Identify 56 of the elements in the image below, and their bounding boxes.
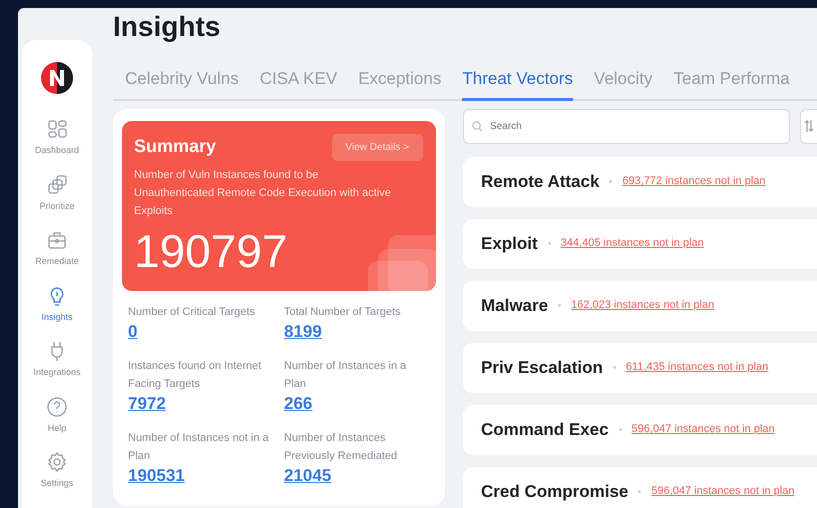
stat-value-link[interactable]: 21045	[284, 466, 332, 486]
instances-link[interactable]: 596,047 instances not in plan	[651, 483, 794, 500]
sidebar-item[interactable]: Dashboard	[34, 118, 80, 158]
help-icon	[46, 396, 68, 418]
summary-title: Summary	[134, 134, 216, 158]
threat-vector-card[interactable]: Priv Escalation 611,435 instances not in plan	[463, 342, 817, 392]
instances-link[interactable]: 162,023 instances not in plan	[571, 297, 714, 314]
threat-vector-card[interactable]: Malware 162,023 instances not in plan	[463, 280, 817, 330]
stat-label: Total Number of Targets	[284, 304, 402, 320]
stat-label: Instances found on Internet Facing Targets	[128, 358, 262, 392]
tab[interactable]: CISA KEV	[260, 66, 338, 100]
stat-value-link[interactable]: 0	[128, 322, 138, 342]
threat-vector-card[interactable]: Remote Attack 693,772 instances not in plan	[463, 156, 817, 206]
tab[interactable]: Threat Vectors	[462, 66, 573, 100]
page-title: Insights	[113, 10, 222, 41]
sidebar-item[interactable]: Settings	[40, 451, 74, 490]
grid-icon	[46, 118, 68, 140]
instances-link[interactable]: 693,772 instances not in plan	[622, 173, 766, 190]
tab[interactable]: Velocity	[594, 66, 653, 100]
threat-vector-card[interactable]: Cred Compromise 596,047 instances not in plan	[463, 466, 817, 508]
vector-name: Remote Attack	[481, 170, 600, 193]
instances-link[interactable]: 596,047 instances not in plan	[632, 421, 775, 438]
vector-name: Command Exec	[481, 418, 609, 441]
threat-vector-card[interactable]: Command Exec 596,047 instances not in plan	[463, 404, 817, 454]
sidebar-item[interactable]: Help	[46, 396, 68, 435]
sidebar-item[interactable]: Integrations	[33, 340, 81, 380]
search-icon	[472, 120, 483, 132]
sidebar-item[interactable]: Remediate	[35, 229, 79, 268]
stat-label: Number of Critical Targets	[128, 304, 256, 320]
instances-link[interactable]: 344,405 instances not in plan	[560, 235, 704, 252]
threat-vector-card[interactable]: Exploit 344,405 instances not in plan	[463, 218, 817, 268]
vector-name: Malware	[481, 294, 548, 317]
instances-link[interactable]: 611,435 instances not in plan	[626, 359, 768, 376]
vector-name: Exploit	[481, 232, 538, 255]
sort-icon	[804, 119, 814, 133]
stat-label: Number of Instances not in a Plan	[128, 430, 270, 464]
summary-description: Number of Vuln Instances found to be Unauthenticated Remote Code Execution with active Exploits	[134, 168, 392, 218]
stat-value-link[interactable]: 7972	[128, 394, 166, 414]
sidebar-item[interactable]: Insights	[41, 284, 73, 324]
tab[interactable]: Exceptions	[358, 66, 442, 100]
settings-icon	[46, 451, 68, 473]
stacked-squares-icon	[46, 174, 68, 196]
summary-value: 190797	[134, 228, 288, 274]
stat-value-link[interactable]: 8199	[284, 322, 322, 342]
tab[interactable]: Celebrity Vulns	[125, 66, 239, 100]
stat-value-link[interactable]: 190531	[128, 466, 185, 486]
view-details-button[interactable]: View Details >	[332, 134, 423, 160]
stat-label: Number of Instances in a Plan	[284, 358, 408, 392]
vector-name: Cred Compromise	[481, 480, 628, 503]
stat-value-link[interactable]: 266	[284, 394, 312, 414]
search-field[interactable]: Search	[463, 108, 790, 144]
tab[interactable]: Team Performa	[674, 66, 790, 100]
logo-icon	[39, 60, 75, 96]
sidebar-item[interactable]: Prioritize	[39, 174, 74, 213]
stat-label: Number of Instances Previously Remediated	[284, 430, 398, 464]
vector-name: Priv Escalation	[481, 356, 603, 379]
